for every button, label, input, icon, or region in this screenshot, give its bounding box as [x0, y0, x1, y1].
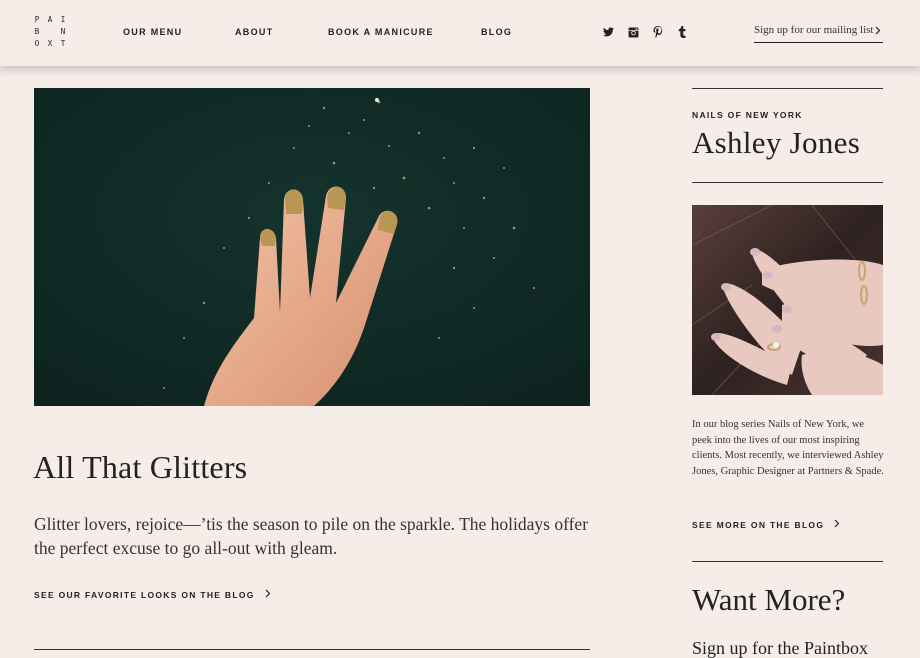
logo-letter [46, 26, 54, 38]
sidebar-description: In our blog series Nails of New York, we… [692, 419, 884, 477]
post-title[interactable]: All That Glitters [33, 449, 247, 486]
favorite-looks-label: SEE OUR FAVORITE LOOKS ON THE BLOG [34, 589, 255, 600]
logo-letter: I [60, 15, 66, 24]
hands-rings-illustration [692, 205, 883, 395]
logo-letter: B [34, 27, 40, 36]
sidebar-eyebrow: NAILS OF NEW YORK [692, 110, 803, 120]
logo-letter: T [60, 39, 66, 48]
pinterest-icon[interactable] [651, 25, 665, 39]
logo-letter: P [34, 15, 40, 24]
signup-label: Sign up for our mailing list [754, 24, 874, 36]
logo[interactable]: P A I B N O X T [33, 14, 67, 50]
glitter-nails-illustration [34, 88, 590, 406]
post-description: Glitter lovers, rejoice—’tis the season … [34, 514, 589, 558]
logo-letter: A [47, 15, 53, 24]
nav-our-menu[interactable]: OUR MENU [123, 27, 182, 37]
logo-letter: N [60, 27, 66, 36]
logo-letter: X [47, 39, 53, 48]
nav-blog[interactable]: BLOG [481, 27, 512, 37]
section-divider [34, 649, 590, 650]
logo-row-1: P A I [33, 14, 67, 26]
site-header: P A I B N O X T OUR MENU ABOUT BOOK A MA… [0, 0, 920, 66]
sidebar-name[interactable]: Ashley Jones [692, 125, 860, 161]
instagram-icon[interactable] [626, 25, 640, 39]
mailing-list-signup-link[interactable]: Sign up for our mailing list [754, 23, 883, 43]
want-more-heading: Want More? [692, 582, 846, 617]
see-more-label: SEE MORE ON THE BLOG [692, 519, 825, 530]
sidebar-divider [692, 182, 883, 183]
twitter-icon[interactable] [601, 25, 615, 39]
logo-row-3: O X T [33, 38, 67, 50]
logo-letter: O [34, 39, 40, 48]
favorite-looks-link[interactable]: SEE OUR FAVORITE LOOKS ON THE BLOG [34, 589, 271, 600]
tumblr-icon[interactable] [675, 25, 689, 39]
sidebar-divider [692, 561, 883, 562]
chevron-right-icon [875, 26, 881, 38]
sidebar-divider [692, 88, 883, 89]
sidebar-photo[interactable] [692, 205, 883, 395]
chevron-right-icon [834, 519, 840, 530]
logo-row-2: B N [33, 26, 67, 38]
nav-book-a-manicure[interactable]: BOOK A MANICURE [328, 27, 434, 37]
hero-image[interactable] [34, 88, 590, 406]
see-more-blog-link[interactable]: SEE MORE ON THE BLOG [692, 519, 840, 530]
chevron-right-icon [265, 589, 271, 600]
paintbox-signup-heading: Sign up for the Paintbox [692, 638, 868, 658]
nav-about[interactable]: ABOUT [235, 27, 274, 37]
